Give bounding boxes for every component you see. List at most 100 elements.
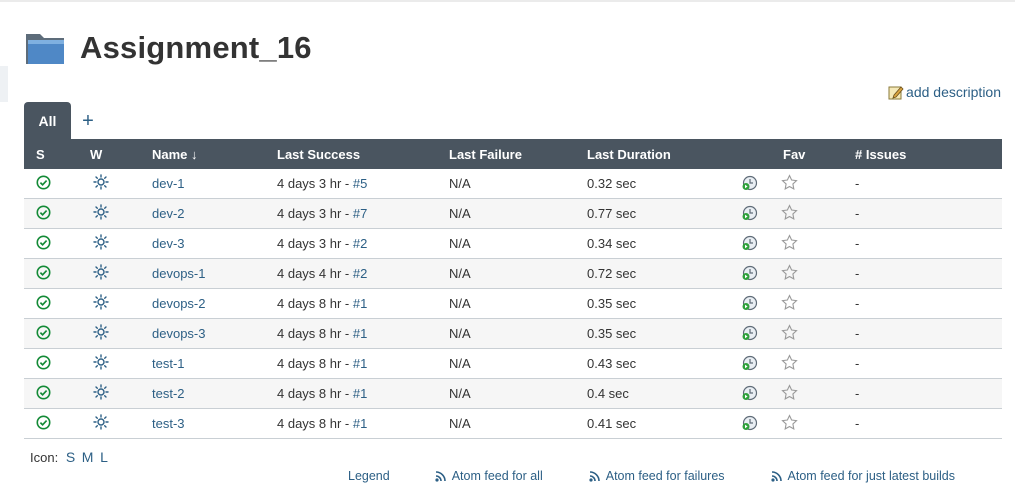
icon-size-small[interactable]: S [66,449,75,465]
last-success-time: 4 days 4 hr - [277,266,353,281]
icon-size-medium[interactable]: M [82,449,94,465]
table-row: test-1 4 days 8 hr - #1 N/A 0.43 sec - [24,348,1002,379]
footer-links: Legend Atom feed for all Atom feed for f… [348,469,955,483]
header-fav[interactable]: Fav [783,139,855,169]
last-duration-value: 0.77 sec [587,206,637,221]
top-border [0,0,1015,2]
build-number-link[interactable]: #1 [353,296,367,311]
sunny-weather-icon[interactable] [93,324,109,343]
schedule-build-icon[interactable] [741,294,758,314]
schedule-build-icon[interactable] [741,174,758,194]
issues-count: - [855,296,860,311]
atom-feed-failures-link[interactable]: Atom feed for failures [589,469,725,483]
star-outline-icon[interactable] [781,203,798,224]
success-check-icon[interactable] [36,235,51,253]
job-name-link[interactable]: dev-3 [152,236,185,251]
last-failure-value: N/A [449,236,471,251]
build-number-link[interactable]: #2 [353,236,367,251]
icon-size-selector: Icon: S M L [30,449,108,465]
schedule-build-icon[interactable] [741,234,758,254]
atom-feed-all-link[interactable]: Atom feed for all [435,469,543,483]
last-duration-value: 0.35 sec [587,326,637,341]
job-name-link[interactable]: test-2 [152,386,185,401]
build-number-link[interactable]: #7 [353,206,367,221]
view-tabs: All + [24,102,103,140]
success-check-icon[interactable] [36,385,51,403]
sunny-weather-icon[interactable] [93,294,109,313]
sunny-weather-icon[interactable] [93,384,109,403]
sunny-weather-icon[interactable] [93,414,109,433]
job-name-link[interactable]: dev-1 [152,176,185,191]
header-last-failure[interactable]: Last Failure [449,139,587,169]
sunny-weather-icon[interactable] [93,174,109,193]
sunny-weather-icon[interactable] [93,204,109,223]
schedule-build-icon[interactable] [741,384,758,404]
success-check-icon[interactable] [36,295,51,313]
folder-icon [26,34,64,64]
schedule-build-icon[interactable] [741,204,758,224]
last-duration-value: 0.34 sec [587,236,637,251]
star-outline-icon[interactable] [781,413,798,434]
schedule-build-icon[interactable] [741,414,758,434]
issues-count: - [855,206,860,221]
last-success-time: 4 days 8 hr - [277,416,353,431]
atom-feed-latest-label: Atom feed for just latest builds [787,469,955,483]
star-outline-icon[interactable] [781,383,798,404]
job-name-link[interactable]: devops-3 [152,326,205,341]
jobs-table: S W Name ↓ Last Success Last Failure Las… [24,139,1002,439]
header-last-success[interactable]: Last Success [277,139,449,169]
header-name[interactable]: Name ↓ [152,139,277,169]
tab-all[interactable]: All [24,102,71,140]
sunny-weather-icon[interactable] [93,354,109,373]
build-number-link[interactable]: #1 [353,386,367,401]
success-check-icon[interactable] [36,265,51,283]
star-outline-icon[interactable] [781,173,798,194]
icon-size-large[interactable]: L [100,449,108,465]
build-number-link[interactable]: #1 [353,416,367,431]
success-check-icon[interactable] [36,175,51,193]
success-check-icon[interactable] [36,325,51,343]
schedule-build-icon[interactable] [741,354,758,374]
add-description-link[interactable]: add description [888,84,1001,100]
star-outline-icon[interactable] [781,323,798,344]
success-check-icon[interactable] [36,355,51,373]
job-name-link[interactable]: devops-2 [152,296,205,311]
job-name-link[interactable]: test-1 [152,356,185,371]
last-failure-value: N/A [449,386,471,401]
issues-count: - [855,266,860,281]
icon-size-label: Icon: [30,450,59,465]
last-failure-value: N/A [449,416,471,431]
atom-feed-latest-link[interactable]: Atom feed for just latest builds [770,469,955,483]
table-row: devops-2 4 days 8 hr - #1 N/A 0.35 sec - [24,288,1002,319]
sunny-weather-icon[interactable] [93,264,109,283]
build-number-link[interactable]: #1 [353,326,367,341]
build-number-link[interactable]: #5 [353,176,367,191]
job-name-link[interactable]: test-3 [152,416,185,431]
header-actions [741,139,783,169]
star-outline-icon[interactable] [781,353,798,374]
header-weather[interactable]: W [90,139,152,169]
last-success-time: 4 days 8 hr - [277,296,353,311]
issues-count: - [855,176,860,191]
job-name-link[interactable]: devops-1 [152,266,205,281]
success-check-icon[interactable] [36,205,51,223]
build-number-link[interactable]: #1 [353,356,367,371]
side-panel-edge [0,66,8,102]
star-outline-icon[interactable] [781,293,798,314]
rss-feed-icon [589,470,600,482]
success-check-icon[interactable] [36,415,51,433]
header-status[interactable]: S [24,139,90,169]
table-row: devops-1 4 days 4 hr - #2 N/A 0.72 sec - [24,258,1002,289]
add-view-tab[interactable]: + [73,102,103,140]
page-title: Assignment_16 [80,30,312,65]
job-name-link[interactable]: dev-2 [152,206,185,221]
schedule-build-icon[interactable] [741,264,758,284]
header-issues[interactable]: # Issues [855,139,1002,169]
legend-link[interactable]: Legend [348,469,390,483]
build-number-link[interactable]: #2 [353,266,367,281]
schedule-build-icon[interactable] [741,324,758,344]
star-outline-icon[interactable] [781,233,798,254]
header-last-duration[interactable]: Last Duration [587,139,741,169]
sunny-weather-icon[interactable] [93,234,109,253]
star-outline-icon[interactable] [781,263,798,284]
